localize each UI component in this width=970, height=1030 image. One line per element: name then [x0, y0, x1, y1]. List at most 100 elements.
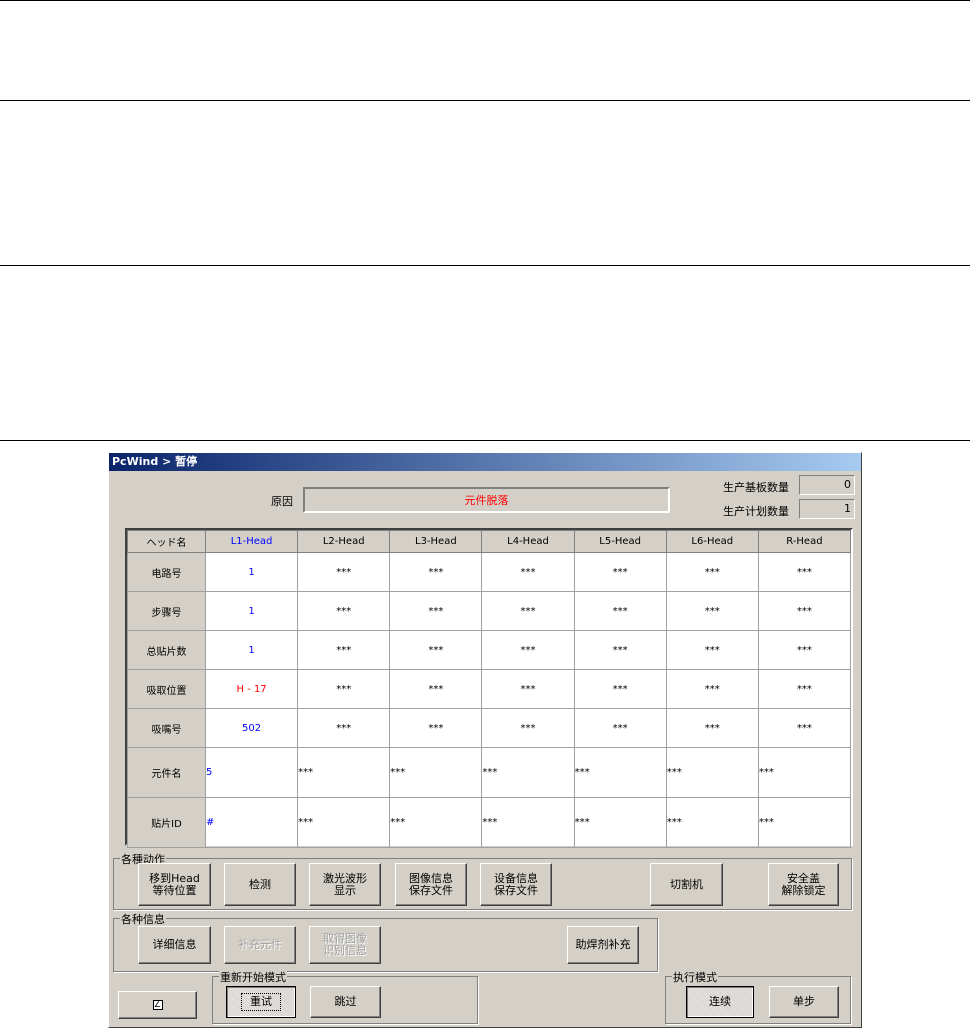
- divider: [0, 0, 970, 1]
- table-cell: ***: [389, 591, 483, 631]
- skip-button[interactable]: 跳过: [310, 986, 381, 1018]
- step-button[interactable]: 单步: [769, 986, 839, 1018]
- table-cell: 1: [204, 591, 299, 631]
- table-cell: ***: [665, 630, 759, 670]
- table-cell: ***: [757, 630, 852, 670]
- column-header: L6-Head: [665, 530, 759, 553]
- edit-button[interactable]: ∠: [118, 991, 197, 1019]
- table-cell: ***: [389, 797, 483, 848]
- table-cell: ***: [481, 708, 575, 748]
- divider: [0, 440, 970, 441]
- table-cell: ***: [665, 747, 759, 798]
- continuous-button[interactable]: 连续: [686, 986, 754, 1018]
- table-cell: ***: [481, 630, 575, 670]
- supply-parts-button[interactable]: 补充元件: [224, 926, 296, 964]
- title-bar: PcWind > 暂停: [109, 453, 861, 471]
- table-cell: ***: [389, 630, 483, 670]
- table-cell: ***: [573, 630, 667, 670]
- retry-label: 重试: [241, 993, 281, 1011]
- table-cell: ***: [389, 552, 483, 592]
- reason-label: 原因: [271, 495, 293, 508]
- table-cell: ***: [665, 552, 759, 592]
- table-cell: ***: [389, 708, 483, 748]
- table-cell: ***: [297, 708, 391, 748]
- table-row: 吸嘴号 502 *** *** *** *** *** ***: [127, 708, 852, 748]
- table-cell: 5: [204, 747, 299, 798]
- table-cell: ***: [481, 552, 575, 592]
- table-cell: ***: [573, 747, 667, 798]
- cutter-button[interactable]: 切割机: [650, 863, 723, 906]
- board-count-label: 生产基板数量: [723, 481, 789, 494]
- table-cell: ***: [757, 708, 852, 748]
- edit-icon: ∠: [152, 1000, 163, 1010]
- row-label: 电路号: [127, 552, 206, 592]
- unlock-cover-button[interactable]: 安全盖 解除锁定: [768, 863, 839, 906]
- column-header: L5-Head: [573, 530, 667, 553]
- table-row: 元件名 5 *** *** *** *** *** ***: [127, 747, 852, 798]
- table-row: 步骤号 1 *** *** *** *** *** ***: [127, 591, 852, 631]
- table-cell: ***: [297, 747, 391, 798]
- detail-info-button[interactable]: 详细信息: [138, 926, 211, 964]
- save-image-info-button[interactable]: 图像信息 保存文件: [395, 863, 467, 906]
- move-head-button[interactable]: 移到Head 等待位置: [138, 863, 211, 906]
- table-cell: ***: [573, 708, 667, 748]
- table-cell: 1: [204, 630, 299, 670]
- table-cell: ***: [389, 669, 483, 709]
- table-cell: ***: [481, 669, 575, 709]
- table-cell: ***: [389, 747, 483, 798]
- table-cell: ***: [665, 669, 759, 709]
- save-device-info-button[interactable]: 设备信息 保存文件: [480, 863, 552, 906]
- retry-button[interactable]: 重试: [226, 986, 296, 1018]
- flux-refill-button[interactable]: 助焊剂补充: [567, 926, 639, 964]
- table-cell: ***: [665, 591, 759, 631]
- column-header: L1-Head: [204, 530, 299, 553]
- laser-waveform-button[interactable]: 激光波形 显示: [309, 863, 381, 906]
- table-cell: ***: [757, 552, 852, 592]
- table-cell: ***: [573, 797, 667, 848]
- table-cell: ***: [297, 591, 391, 631]
- table-row: 吸取位置 H - 17 *** *** *** *** *** ***: [127, 669, 852, 709]
- row-label: 贴片ID: [127, 797, 206, 848]
- column-header: L2-Head: [297, 530, 391, 553]
- head-status-grid: ヘッド名 L1-Head L2-Head L3-Head L4-Head L5-Head…: [125, 528, 853, 848]
- pause-dialog: PcWind > 暂停 原因 元件脱落 生产基板数量 0 生产计划数量 1 ヘッ…: [108, 452, 862, 1028]
- table-cell: ***: [297, 552, 391, 592]
- row-label: 吸取位置: [127, 669, 206, 709]
- table-cell: ***: [573, 669, 667, 709]
- column-header: L3-Head: [389, 530, 483, 553]
- table-cell: ***: [757, 669, 852, 709]
- plan-count-value: 1: [799, 499, 855, 519]
- table-cell: ***: [297, 669, 391, 709]
- reason-field: 元件脱落: [303, 487, 670, 513]
- table-cell: ***: [481, 747, 575, 798]
- table-cell: #: [204, 797, 299, 848]
- detect-button[interactable]: 检测: [224, 863, 296, 906]
- row-label: 步骤号: [127, 591, 206, 631]
- table-cell: ***: [757, 747, 852, 798]
- table-cell: 502: [204, 708, 299, 748]
- table-cell: ***: [665, 708, 759, 748]
- table-row: 电路号 1 *** *** *** *** *** ***: [127, 552, 852, 592]
- divider: [0, 265, 970, 266]
- table-cell: ***: [757, 591, 852, 631]
- table-row: 总贴片数 1 *** *** *** *** *** ***: [127, 630, 852, 670]
- table-cell: ***: [665, 797, 759, 848]
- get-image-recognition-button[interactable]: 取得图像 识别信息: [309, 926, 381, 964]
- header-label: ヘッド名: [127, 530, 206, 553]
- table-cell: ***: [481, 797, 575, 848]
- divider: [0, 100, 970, 101]
- table-row: 贴片ID # *** *** *** *** *** ***: [127, 797, 852, 848]
- row-label: 吸嘴号: [127, 708, 206, 748]
- table-cell: ***: [573, 552, 667, 592]
- restart-caption: 重新开始模式: [219, 969, 287, 985]
- table-cell: ***: [297, 630, 391, 670]
- table-cell: ***: [481, 591, 575, 631]
- table-cell: H - 17: [204, 669, 299, 709]
- plan-count-label: 生产计划数量: [723, 505, 789, 518]
- board-count-value: 0: [799, 475, 855, 495]
- table-cell: ***: [297, 797, 391, 848]
- table-cell: ***: [573, 591, 667, 631]
- row-label: 元件名: [127, 747, 206, 798]
- table-cell: ***: [757, 797, 852, 848]
- table-cell: 1: [204, 552, 299, 592]
